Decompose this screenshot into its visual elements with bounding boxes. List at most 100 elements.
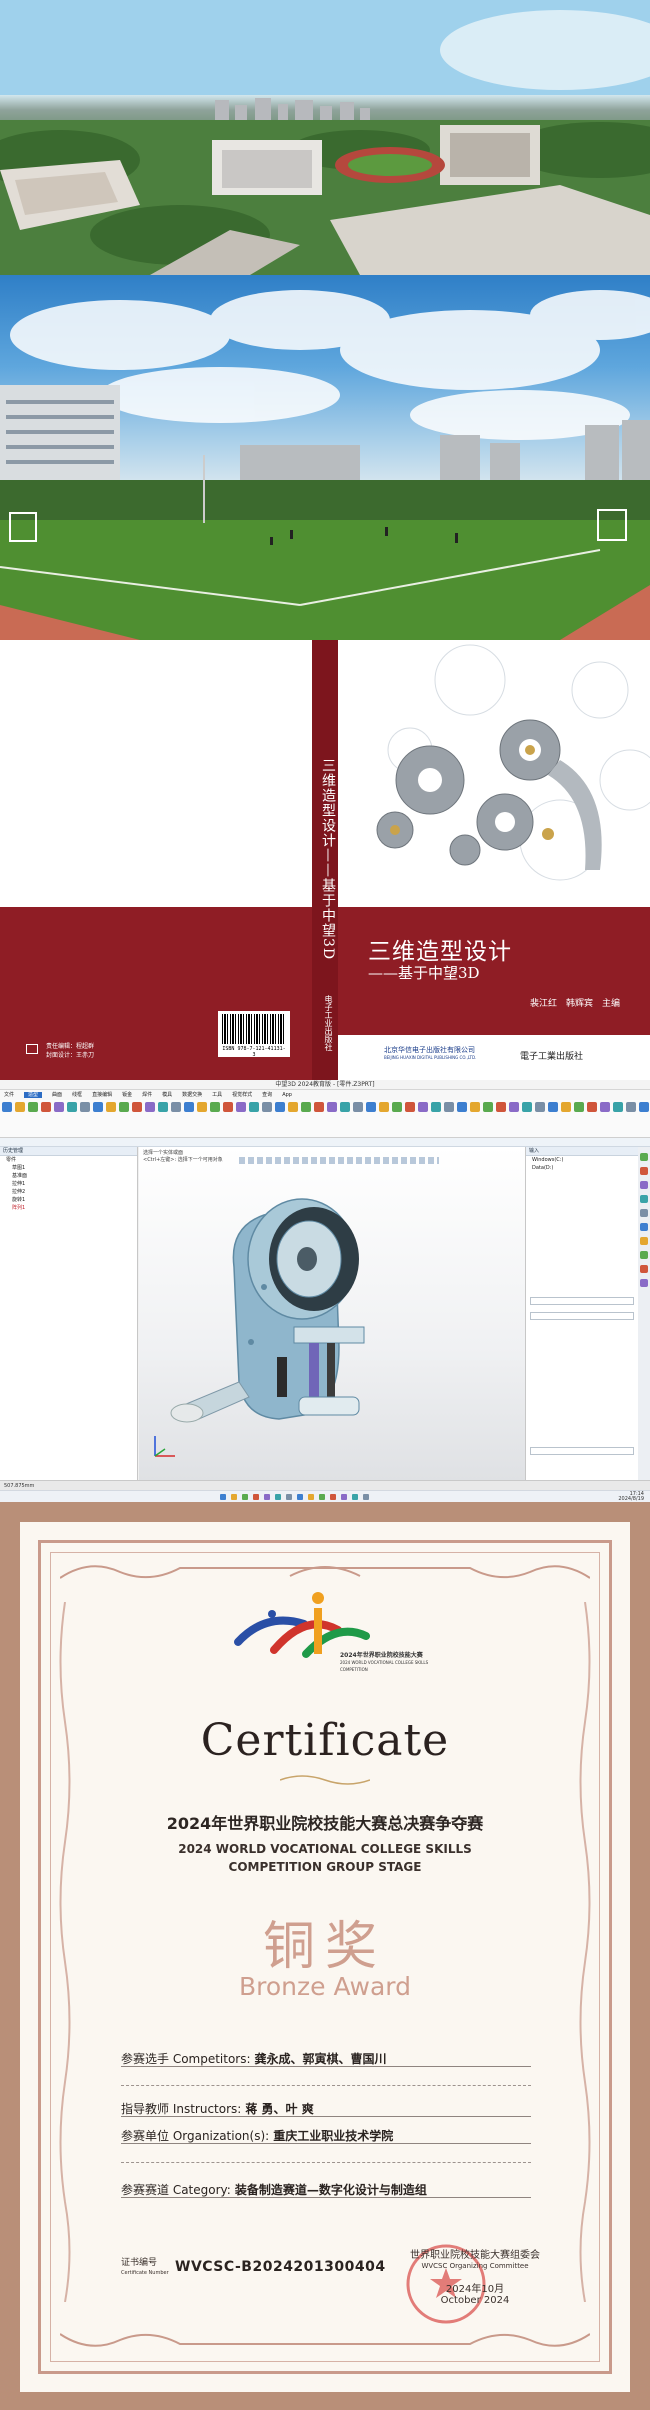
ribbon-tool-button[interactable] [80, 1102, 90, 1112]
taskbar-app-icon[interactable] [286, 1494, 292, 1500]
ribbon-tool-button[interactable] [249, 1102, 259, 1112]
taskbar-app-icon[interactable] [297, 1494, 303, 1500]
ribbon-tool-button[interactable] [15, 1102, 25, 1112]
ribbon-tool-button[interactable] [262, 1102, 272, 1112]
tree-item[interactable]: 草图1 [0, 1164, 137, 1172]
taskbar-app-icon[interactable] [242, 1494, 248, 1500]
ribbon-tool-button[interactable] [561, 1102, 571, 1112]
ribbon-tool-button[interactable] [496, 1102, 506, 1112]
ribbon-tool-button[interactable] [431, 1102, 441, 1112]
ribbon-tool-button[interactable] [509, 1102, 519, 1112]
menu-item[interactable]: 焊件 [142, 1092, 152, 1098]
ribbon-tool-button[interactable] [145, 1102, 155, 1112]
ribbon-tool-button[interactable] [548, 1102, 558, 1112]
taskbar-app-icon[interactable] [275, 1494, 281, 1500]
ribbon-tool-button[interactable] [353, 1102, 363, 1112]
ribbon-tool-button[interactable] [470, 1102, 480, 1112]
ribbon-tool-button[interactable] [392, 1102, 402, 1112]
ribbon-tool-button[interactable] [483, 1102, 493, 1112]
menu-item[interactable]: 直接编辑 [92, 1092, 112, 1098]
menu-item[interactable]: 造型 [24, 1092, 43, 1098]
menu-item[interactable]: 视觉样式 [232, 1092, 252, 1098]
ribbon-tool-button[interactable] [587, 1102, 597, 1112]
taskbar-app-icon[interactable] [220, 1494, 226, 1500]
menu-item[interactable]: 工具 [212, 1092, 222, 1098]
taskbar-app-icon[interactable] [253, 1494, 259, 1500]
ribbon-tool-button[interactable] [41, 1102, 51, 1112]
menu-item[interactable]: 模具 [162, 1092, 172, 1098]
tree-item[interactable]: 拉伸2 [0, 1188, 137, 1196]
ribbon-tool-button[interactable] [340, 1102, 350, 1112]
side-tool-icon[interactable] [640, 1279, 648, 1287]
taskbar-app-icon[interactable] [330, 1494, 336, 1500]
side-tool-icon[interactable] [640, 1195, 648, 1203]
ribbon-tool-button[interactable] [379, 1102, 389, 1112]
tree-item[interactable]: 旋转1 [0, 1196, 137, 1204]
taskbar-app-icon[interactable] [363, 1494, 369, 1500]
ribbon-tool-button[interactable] [574, 1102, 584, 1112]
side-tool-icon[interactable] [640, 1209, 648, 1217]
ribbon-tool-button[interactable] [288, 1102, 298, 1112]
ribbon-tool-button[interactable] [600, 1102, 610, 1112]
side-tool-icon[interactable] [640, 1181, 648, 1189]
search-input[interactable] [530, 1297, 634, 1305]
ribbon-tool-button[interactable] [93, 1102, 103, 1112]
menu-item[interactable]: 钣金 [122, 1092, 132, 1098]
ribbon-tool-button[interactable] [275, 1102, 285, 1112]
menu-item[interactable]: 线框 [72, 1092, 82, 1098]
ribbon-tool-button[interactable] [28, 1102, 38, 1112]
drive-item[interactable]: Data(D:) [526, 1164, 638, 1172]
taskbar-app-icon[interactable] [264, 1494, 270, 1500]
taskbar-app-icon[interactable] [319, 1494, 325, 1500]
ribbon-tool-button[interactable] [197, 1102, 207, 1112]
ribbon-tool-button[interactable] [457, 1102, 467, 1112]
taskbar-app-icon[interactable] [308, 1494, 314, 1500]
ribbon-tool-button[interactable] [210, 1102, 220, 1112]
taskbar-app-icon[interactable] [231, 1494, 237, 1500]
filter-dropdown[interactable] [530, 1312, 634, 1320]
menu-item[interactable]: App [282, 1092, 292, 1098]
tree-item[interactable]: 拉伸1 [0, 1180, 137, 1188]
taskbar-app-icon[interactable] [341, 1494, 347, 1500]
ribbon-tool-button[interactable] [106, 1102, 116, 1112]
ribbon-tool-button[interactable] [301, 1102, 311, 1112]
ribbon-tool-button[interactable] [535, 1102, 545, 1112]
ribbon-tool-button[interactable] [67, 1102, 77, 1112]
ribbon-tool-button[interactable] [626, 1102, 636, 1112]
menu-item[interactable]: 查询 [262, 1092, 272, 1098]
ribbon-tool-button[interactable] [405, 1102, 415, 1112]
side-tool-icon[interactable] [640, 1237, 648, 1245]
menu-item[interactable]: 文件 [4, 1092, 14, 1098]
side-tool-icon[interactable] [640, 1251, 648, 1259]
ribbon-tool-button[interactable] [639, 1102, 649, 1112]
ribbon-tool-button[interactable] [2, 1102, 12, 1112]
tree-item[interactable]: 零件 [0, 1156, 137, 1164]
ribbon-tool-button[interactable] [418, 1102, 428, 1112]
ribbon-tool-button[interactable] [236, 1102, 246, 1112]
side-tool-icon[interactable] [640, 1167, 648, 1175]
side-tool-icon[interactable] [640, 1265, 648, 1273]
ribbon-tool-button[interactable] [444, 1102, 454, 1112]
ribbon-tool-button[interactable] [522, 1102, 532, 1112]
ribbon-tool-button[interactable] [119, 1102, 129, 1112]
drive-item[interactable]: Windows(C:) [526, 1156, 638, 1164]
ribbon-tool-button[interactable] [223, 1102, 233, 1112]
preview-dropdown[interactable] [530, 1447, 634, 1455]
ribbon-tool-button[interactable] [132, 1102, 142, 1112]
taskbar-clock[interactable]: 17:14 2024/8/19 [618, 1492, 644, 1502]
ribbon-tool-button[interactable] [54, 1102, 64, 1112]
ribbon-tool-button[interactable] [366, 1102, 376, 1112]
cad-3d-viewport[interactable]: 选择一个实体或面 <Ctrl+左键>: 选择下一个可用对象 [139, 1147, 525, 1480]
ribbon-tool-button[interactable] [613, 1102, 623, 1112]
ribbon-tool-button[interactable] [314, 1102, 324, 1112]
tree-item[interactable]: 基准面 [0, 1172, 137, 1180]
side-tool-icon[interactable] [640, 1153, 648, 1161]
ribbon-tool-button[interactable] [327, 1102, 337, 1112]
tree-item[interactable]: 阵列1 [0, 1204, 137, 1212]
menu-item[interactable]: 曲面 [52, 1092, 62, 1098]
taskbar-app-icon[interactable] [352, 1494, 358, 1500]
menu-item[interactable]: 数据交换 [182, 1092, 202, 1098]
ribbon-tool-button[interactable] [184, 1102, 194, 1112]
side-tool-icon[interactable] [640, 1223, 648, 1231]
ribbon-tool-button[interactable] [158, 1102, 168, 1112]
